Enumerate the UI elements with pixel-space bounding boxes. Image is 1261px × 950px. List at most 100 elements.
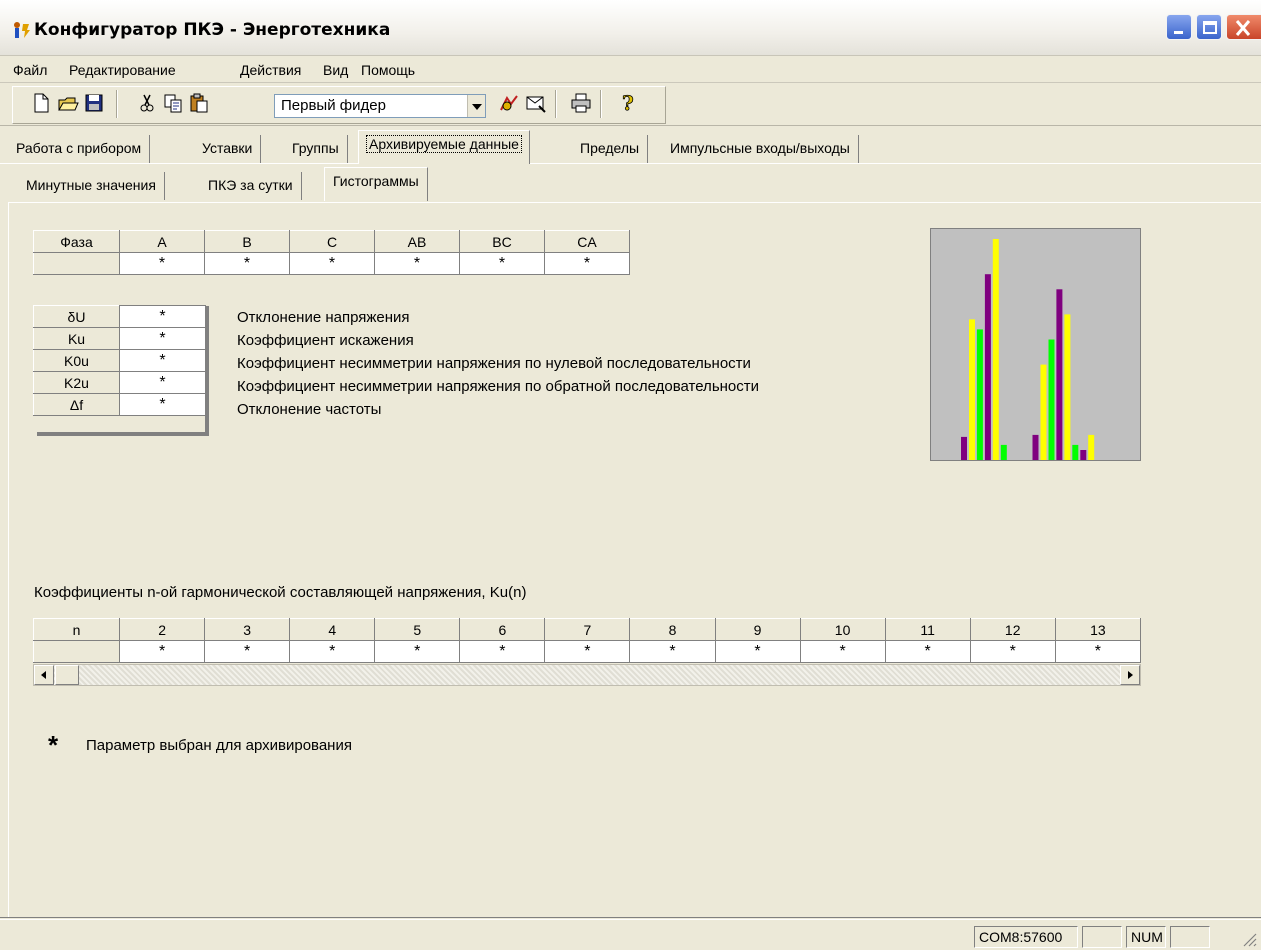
close-button[interactable] xyxy=(1226,14,1261,40)
harmonic-cell[interactable]: * xyxy=(969,640,1056,663)
param-cell[interactable]: * xyxy=(119,371,206,394)
histogram-bar xyxy=(961,436,967,460)
histogram-bar xyxy=(1000,444,1007,460)
menu-edit[interactable]: Редактирование xyxy=(69,62,176,78)
connect-icon[interactable] xyxy=(498,92,520,114)
cut-icon[interactable] xyxy=(136,92,158,114)
title-bar[interactable]: Конфигуратор ПКЭ - Энерготехника xyxy=(0,0,1261,56)
tab-minute-values[interactable]: Минутные значения xyxy=(18,172,165,200)
tab-minute-values-label: Минутные значения xyxy=(26,177,156,193)
status-empty-pane xyxy=(1170,926,1210,948)
phase-cell[interactable]: * xyxy=(204,252,290,275)
harmonics-scrollbar[interactable] xyxy=(33,664,1141,686)
tab-daily-pqi-label: ПКЭ за сутки xyxy=(208,177,293,193)
legend-star-icon: * xyxy=(48,730,59,760)
tab-histograms[interactable]: Гистограммы xyxy=(324,167,428,201)
window-title: Конфигуратор ПКЭ - Энерготехника xyxy=(34,20,391,40)
harmonic-cell[interactable]: * xyxy=(374,640,461,663)
param-table: δU * Ku * K0u * K2u * Δf * xyxy=(33,305,206,416)
param-description: Коэффициент несимметрии напряжения по об… xyxy=(237,378,760,395)
tab-limits[interactable]: Пределы xyxy=(572,135,649,163)
histogram-bar xyxy=(1072,444,1079,460)
harmonic-cell[interactable]: * xyxy=(459,640,546,663)
harmonic-cell[interactable]: * xyxy=(544,640,631,663)
histogram-bar xyxy=(976,329,983,460)
app-window: Конфигуратор ПКЭ - Энерготехника Файл Ре… xyxy=(0,0,1261,950)
read-device-icon[interactable] xyxy=(525,92,547,114)
phase-cell[interactable]: * xyxy=(459,252,545,275)
minimize-button[interactable] xyxy=(1166,14,1192,40)
menu-actions[interactable]: Действия xyxy=(240,62,301,78)
tab-device-label: Работа с прибором xyxy=(16,140,142,156)
histogram-bar xyxy=(969,319,975,460)
harmonic-cell[interactable]: * xyxy=(884,640,971,663)
open-folder-icon[interactable] xyxy=(57,92,79,114)
harmonics-header-row: n 2 3 4 5 6 7 8 9 10 11 12 13 xyxy=(32,618,1142,641)
phase-cell[interactable]: * xyxy=(289,252,375,275)
harmonic-cell[interactable]: * xyxy=(119,640,206,663)
histogram-bar xyxy=(1048,339,1055,460)
phase-column-header: CA xyxy=(544,230,630,253)
param-description: Отклонение напряжения xyxy=(237,309,410,326)
harmonic-column-header: 2 xyxy=(119,618,206,641)
menu-help[interactable]: Помощь xyxy=(361,62,415,78)
phase-column-header: A xyxy=(119,230,205,253)
tab-pulse-io[interactable]: Импульсные входы/выходы xyxy=(662,135,859,163)
harmonic-column-header: 3 xyxy=(204,618,291,641)
feeder-select-value: Первый фидер xyxy=(281,97,386,114)
harmonic-column-header: 10 xyxy=(799,618,886,641)
histogram-bar xyxy=(992,239,999,460)
menu-view[interactable]: Вид xyxy=(323,62,348,78)
tab-archived-data[interactable]: Архивируемые данные xyxy=(358,130,530,164)
param-cell[interactable]: * xyxy=(119,393,206,416)
tab-settings[interactable]: Уставки xyxy=(194,135,262,163)
paste-icon[interactable] xyxy=(188,92,210,114)
svg-text:?: ? xyxy=(622,92,634,114)
harmonic-cell[interactable]: * xyxy=(289,640,376,663)
scroll-right-button[interactable] xyxy=(1120,665,1140,685)
status-port: COM8:57600 xyxy=(974,926,1078,948)
menu-bar: Файл Редактирование Действия Вид Помощь xyxy=(0,57,1261,83)
save-icon[interactable] xyxy=(83,92,105,114)
harmonic-cell[interactable]: * xyxy=(629,640,716,663)
feeder-select-dropdown-button[interactable] xyxy=(467,95,485,117)
phase-cell[interactable]: * xyxy=(119,252,205,275)
tab-groups[interactable]: Группы xyxy=(284,135,348,163)
copy-icon[interactable] xyxy=(162,92,184,114)
phase-column-header: B xyxy=(204,230,290,253)
scroll-left-button[interactable] xyxy=(34,665,54,685)
feeder-select[interactable]: Первый фидер xyxy=(274,94,486,118)
toolbar-separator xyxy=(600,90,602,118)
param-cell[interactable]: * xyxy=(119,305,206,328)
new-file-icon[interactable] xyxy=(30,92,52,114)
phase-row-header xyxy=(33,252,120,275)
param-cell[interactable]: * xyxy=(119,349,206,372)
param-row: Ku * xyxy=(33,327,206,350)
phase-header-label: Фаза xyxy=(33,230,120,253)
harmonic-cell[interactable]: * xyxy=(204,640,291,663)
param-row: Δf * xyxy=(33,393,206,416)
param-description: Отклонение частоты xyxy=(237,401,382,418)
main-tabs: Работа с прибором Уставки Группы Архивир… xyxy=(0,130,1261,164)
phase-header-row: Фаза A B C AB BC CA xyxy=(33,230,630,253)
phase-cell[interactable]: * xyxy=(544,252,630,275)
print-icon[interactable] xyxy=(570,92,592,114)
help-icon[interactable]: ? xyxy=(616,92,638,114)
tab-device[interactable]: Работа с прибором xyxy=(8,135,151,163)
menu-file[interactable]: Файл xyxy=(13,62,47,78)
histogram-preview xyxy=(930,228,1141,461)
harmonic-cell[interactable]: * xyxy=(714,640,801,663)
tab-daily-pqi[interactable]: ПКЭ за сутки xyxy=(200,172,302,200)
harmonic-column-header: 4 xyxy=(289,618,376,641)
harmonic-column-header: 11 xyxy=(884,618,971,641)
tab-pulse-io-label: Импульсные входы/выходы xyxy=(670,140,850,156)
harmonics-table: n 2 3 4 5 6 7 8 9 10 11 12 13 * * * * * … xyxy=(32,618,1142,663)
harmonic-cell[interactable]: * xyxy=(799,640,886,663)
harmonic-cell[interactable]: * xyxy=(1054,640,1142,663)
arrow-left-icon xyxy=(41,671,46,679)
param-cell[interactable]: * xyxy=(119,327,206,350)
resize-grip-icon[interactable] xyxy=(1240,930,1258,948)
scroll-thumb[interactable] xyxy=(55,665,79,685)
maximize-button[interactable] xyxy=(1196,14,1222,40)
phase-cell[interactable]: * xyxy=(374,252,460,275)
